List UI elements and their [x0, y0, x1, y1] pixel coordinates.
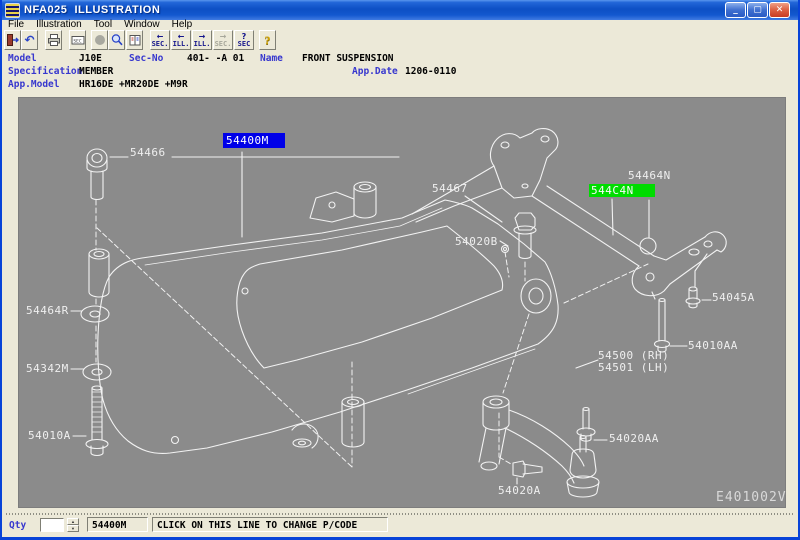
- part-label-54464R[interactable]: 54464R: [26, 304, 69, 317]
- undo-button[interactable]: ↶: [21, 30, 38, 50]
- secno-value: 401- -A 01: [187, 53, 244, 64]
- next-sec-button[interactable]: → SEC.: [213, 30, 233, 50]
- part-label-54010A[interactable]: 54010A: [28, 429, 71, 442]
- title-bar: NFA025 ILLUSTRATION _ ▢ ✕: [2, 0, 798, 20]
- toolbar: ↶ SEC: [2, 30, 798, 52]
- model-label: Model: [8, 53, 37, 64]
- record-button[interactable]: [91, 30, 108, 50]
- close-button[interactable]: ✕: [769, 2, 790, 18]
- pcode-hint-field[interactable]: CLICK ON THIS LINE TO CHANGE P/CODE: [152, 517, 388, 532]
- book-icon: [128, 33, 142, 47]
- menu-window[interactable]: Window: [118, 20, 166, 30]
- exit-door-icon: [6, 33, 20, 47]
- next-ill-button[interactable]: → ILL.: [192, 30, 212, 50]
- right-arrow-icon: →: [199, 33, 206, 40]
- prev-sec-button[interactable]: ← SEC.: [150, 30, 170, 50]
- secno-label: Sec-No: [129, 53, 163, 64]
- undo-arrow-icon: ↶: [24, 34, 34, 46]
- part-label-54045A[interactable]: 54045A: [712, 291, 755, 304]
- part-label-54400M[interactable]: 54400M: [223, 133, 285, 148]
- sec-search-button[interactable]: ? SEC: [234, 30, 254, 50]
- qty-input[interactable]: [40, 518, 64, 532]
- part-label-54010AA[interactable]: 54010AA: [688, 339, 738, 352]
- drawing-code: E401002V: [716, 490, 787, 505]
- part-label-544C4N[interactable]: 544C4N: [589, 184, 655, 197]
- exit-button[interactable]: [4, 30, 21, 50]
- right-arrow-icon: →: [220, 33, 227, 40]
- record-circle-icon: [95, 35, 105, 45]
- part-label-54464N[interactable]: 54464N: [628, 169, 671, 182]
- appdate-value: 1206-0110: [405, 66, 456, 77]
- part-label-54501LH[interactable]: 54501 (LH): [598, 361, 669, 374]
- help-icon: ?: [265, 34, 271, 46]
- sec-box-icon: SEC: [71, 33, 85, 47]
- zoom-button[interactable]: [108, 30, 125, 50]
- print-button[interactable]: [45, 30, 62, 50]
- magnifier-icon: [110, 33, 124, 47]
- window-title: NFA025 ILLUSTRATION: [24, 4, 160, 16]
- appdate-label: App.Date: [352, 66, 398, 77]
- sec-code-button[interactable]: SEC: [69, 30, 86, 50]
- left-arrow-icon: ←: [178, 33, 185, 40]
- book-button[interactable]: [126, 30, 143, 50]
- appmodel-value: HR16DE +MR20DE +M9R: [79, 79, 188, 90]
- qty-spin-up-button[interactable]: ▲: [67, 518, 79, 525]
- spec-value: MEMBER: [79, 66, 113, 77]
- menu-illustration[interactable]: Illustration: [30, 20, 88, 30]
- part-label-54020AA[interactable]: 54020AA: [609, 432, 659, 445]
- left-arrow-icon: ←: [157, 33, 164, 40]
- part-label-54020B[interactable]: 54020B: [455, 235, 498, 248]
- qty-spin-down-button[interactable]: ▼: [67, 525, 79, 532]
- menu-tool[interactable]: Tool: [88, 20, 118, 30]
- name-value: FRONT SUSPENSION: [302, 53, 394, 64]
- question-icon: ?: [242, 33, 247, 40]
- prev-ill-button[interactable]: ← ILL.: [171, 30, 191, 50]
- menu-bar: File Illustration Tool Window Help: [2, 20, 798, 30]
- printer-icon: [47, 33, 61, 47]
- spec-label: Specification: [8, 66, 82, 77]
- menu-file[interactable]: File: [2, 20, 30, 30]
- menu-help[interactable]: Help: [166, 20, 199, 30]
- part-label-54342M[interactable]: 54342M: [26, 362, 69, 375]
- qty-spinner: ▲ ▼: [67, 518, 79, 532]
- maximize-button[interactable]: ▢: [747, 2, 768, 18]
- part-label-54466[interactable]: 54466: [130, 146, 166, 159]
- name-label: Name: [260, 53, 283, 64]
- minimize-button[interactable]: _: [725, 2, 746, 18]
- part-code-field[interactable]: 54400M: [87, 517, 148, 532]
- help-button[interactable]: ?: [259, 30, 276, 50]
- model-value: J10E: [79, 53, 102, 64]
- app-icon: [5, 3, 20, 18]
- info-bar: Model J10E Sec-No 401- -A 01 Name FRONT …: [2, 52, 798, 96]
- app-window: NFA025 ILLUSTRATION _ ▢ ✕ File Illustrat…: [0, 0, 800, 540]
- appmodel-label: App.Model: [8, 79, 59, 90]
- bottom-bar: Qty ▲ ▼ 54400M CLICK ON THIS LINE TO CHA…: [2, 516, 798, 537]
- part-label-54020A[interactable]: 54020A: [498, 484, 541, 497]
- svg-text:SEC: SEC: [73, 38, 82, 44]
- qty-label: Qty: [9, 520, 26, 531]
- part-label-54467[interactable]: 54467: [432, 182, 468, 195]
